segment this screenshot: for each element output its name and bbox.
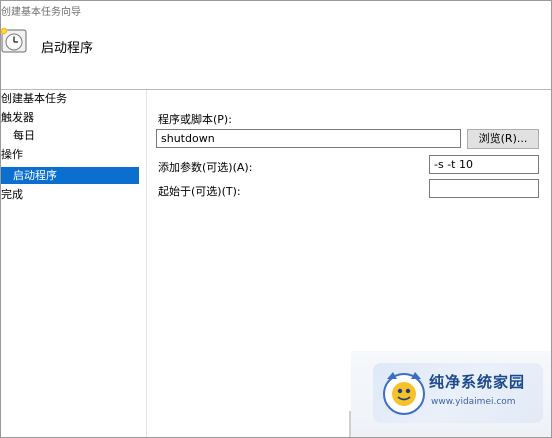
sidebar-item-label: 触发器 [1,111,34,124]
sidebar-item-start-program[interactable]: 启动程序 [1,167,139,184]
sidebar-item-label: 启动程序 [13,169,57,182]
sidebar-item-finish[interactable]: 完成 [1,186,139,203]
scheduled-task-clock-icon [1,27,27,53]
start-in-label: 起始于(可选)(T): [158,185,241,198]
sidebar-item-label: 创建基本任务 [1,92,67,105]
title-bar: 创建基本任务向导 [1,1,551,19]
footer-divider [349,411,351,437]
window-title: 创建基本任务向导 [1,7,81,18]
sidebar-item-trigger[interactable]: 触发器 [1,109,139,126]
browse-button[interactable]: 浏览(R)... [467,129,539,149]
wizard-header: 启动程序 [1,19,551,89]
add-arguments-label: 添加参数(可选)(A): [158,161,253,174]
program-script-label: 程序或脚本(P): [158,113,232,126]
program-script-input[interactable] [156,129,461,148]
sidebar-divider [146,90,147,437]
watermark-text: 纯净系统家园 [429,373,526,391]
sidebar-item-action[interactable]: 操作 [1,146,139,163]
sidebar-item-label: 操作 [1,148,23,161]
watermark-url: www.yidaimei.com [431,397,516,407]
sidebar-item-create-basic-task[interactable]: 创建基本任务 [1,90,139,107]
sidebar-item-label: 每日 [13,129,35,142]
add-arguments-input[interactable] [429,155,539,174]
site-logo-icon [383,372,425,415]
sidebar-item-label: 完成 [1,188,23,201]
wizard-window: 创建基本任务向导 启动程序 创建基本任务 触发器 每日 操作 启动程序 完成 程… [0,0,552,438]
sidebar-item-daily[interactable]: 每日 [1,127,139,144]
site-watermark: 纯净系统家园 www.yidaimei.com [373,363,543,423]
page-title: 启动程序 [41,41,94,56]
start-in-input[interactable] [429,179,539,198]
wizard-steps-sidebar: 创建基本任务 触发器 每日 操作 启动程序 完成 [1,90,146,437]
